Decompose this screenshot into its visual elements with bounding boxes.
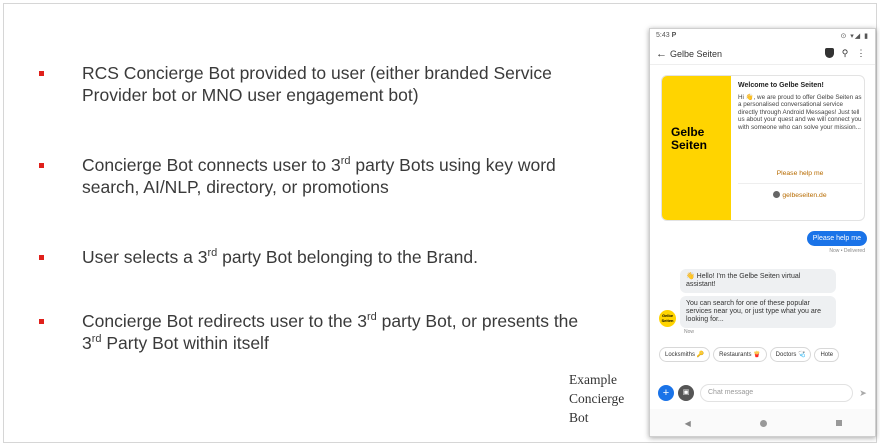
bot-avatar: Gelbe Seiten (659, 310, 676, 327)
chat-message-input[interactable]: Chat message (700, 384, 853, 402)
sent-message-bubble: Please help me (806, 231, 867, 246)
conversation-title: Gelbe Seiten (670, 48, 723, 59)
card-action-website[interactable]: gelbeseiten.de (738, 191, 862, 199)
bullet-marker (39, 319, 44, 324)
more-vert-icon[interactable]: ⋮ (853, 48, 869, 59)
ordinal-sup: rd (367, 311, 377, 323)
bullet-item: Concierge Bot redirects user to the 3rd … (32, 310, 592, 354)
add-attachment-button[interactable]: + (658, 385, 674, 401)
status-app-icon: P (671, 32, 677, 39)
logo-text: Seiten (671, 138, 708, 152)
search-icon[interactable]: ⚲ (837, 48, 853, 59)
suggestion-chips: Locksmiths 🔑 Restaurants 🍟 Doctors 🩺 Hote (659, 347, 842, 362)
bullet-item: User selects a 3rd party Bot belonging t… (32, 246, 478, 268)
card-action-help[interactable]: Please help me (738, 170, 862, 184)
card-title: Welcome to Gelbe Seiten! (738, 82, 824, 89)
compose-bar: + ▣ Chat message ➤ (658, 383, 870, 403)
bullet-text-pre: Concierge Bot connects user to 3 (82, 155, 341, 175)
website-label: gelbeseiten.de (782, 192, 827, 199)
caption-line: Bot (569, 410, 589, 425)
nav-recents-icon[interactable] (836, 420, 843, 426)
send-icon[interactable]: ➤ (856, 388, 870, 399)
bot-message-bubble: You can search for one of these popular … (680, 296, 836, 328)
rich-card: Gelbe Seiten Welcome to Gelbe Seiten! Hi… (661, 75, 865, 221)
status-bar: 5:43 P ⊙ ▾◢ ▮ (650, 29, 875, 43)
ordinal-sup: rd (207, 247, 218, 259)
ordinal-sup: rd (91, 333, 102, 345)
card-description: Hi 👋, we are proud to offer Gelbe Seiten… (738, 93, 862, 131)
bullet-text-pre: Concierge Bot redirects user to the 3 (82, 311, 368, 331)
caption-line: Concierge (569, 391, 625, 406)
status-icons: ⊙ ▾◢ ▮ (840, 33, 869, 40)
gallery-icon[interactable]: ▣ (678, 385, 694, 401)
caption-line: Example (569, 372, 617, 387)
slide: RCS Concierge Bot provided to user (eith… (3, 3, 877, 443)
globe-icon (773, 191, 781, 198)
bullet-marker (39, 163, 44, 168)
nav-home-icon[interactable] (760, 419, 768, 427)
bullet-text-post: party Bot belonging to the Brand. (217, 247, 478, 267)
bot-message-bubble: 👋 Hello! I'm the Gelbe Seiten virtual as… (680, 269, 836, 293)
bullet-marker (39, 71, 44, 76)
suggestion-chip[interactable]: Doctors 🩺 (769, 347, 812, 362)
bullet-item: RCS Concierge Bot provided to user (eith… (32, 62, 592, 106)
brand-logo: Gelbe Seiten (662, 76, 731, 220)
suggestion-chip[interactable]: Locksmiths 🔑 (659, 347, 711, 362)
phone-screenshot: 5:43 P ⊙ ▾◢ ▮ ← Gelbe Seiten ⚲ ⋮ Gelbe S… (649, 28, 876, 437)
bullet-item: Concierge Bot connects user to 3rd party… (32, 154, 592, 198)
verified-shield-icon (821, 47, 837, 60)
bullet-text-post2: Party Bot within itself (101, 333, 269, 353)
nav-back-icon[interactable]: ◀ (685, 419, 691, 428)
message-timestamp: Now (684, 329, 695, 335)
system-nav-bar: ◀ (650, 409, 875, 436)
suggestion-chip[interactable]: Hote (814, 348, 840, 362)
back-arrow-icon[interactable]: ← (656, 48, 670, 60)
ordinal-sup: rd (340, 155, 351, 167)
delivery-status: Now • Delivered (829, 248, 865, 254)
bullet-text: RCS Concierge Bot provided to user (eith… (82, 63, 552, 105)
status-time: 5:43 (656, 32, 670, 39)
app-bar: ← Gelbe Seiten ⚲ ⋮ (650, 43, 875, 65)
suggestion-chip[interactable]: Restaurants 🍟 (713, 347, 767, 362)
bullet-marker (39, 255, 44, 260)
figure-caption: Example Concierge Bot (569, 370, 624, 427)
bullet-text-pre: User selects a 3 (82, 247, 208, 267)
